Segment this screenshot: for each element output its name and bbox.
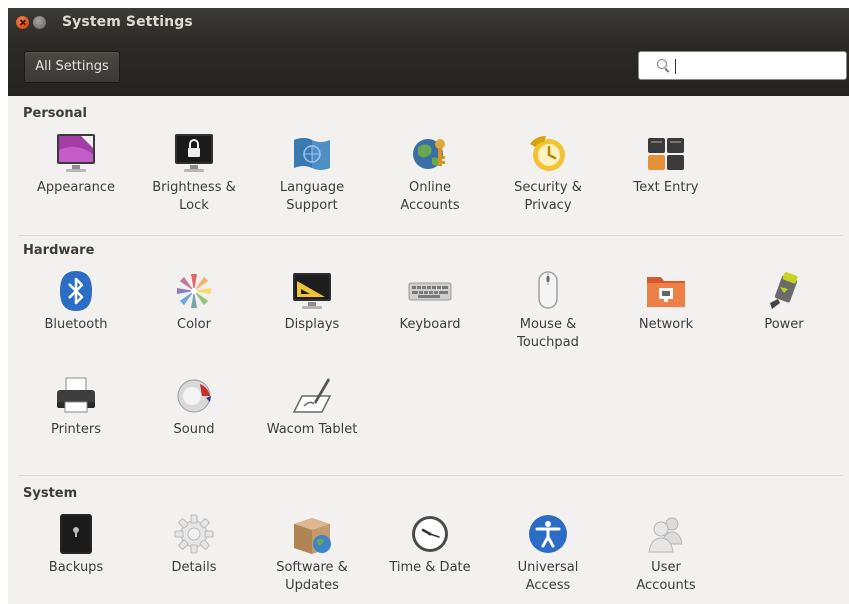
- settings-item-displays[interactable]: Displays: [253, 267, 371, 334]
- settings-item-label: Color: [177, 317, 211, 332]
- minimize-window-button[interactable]: [33, 16, 46, 29]
- settings-item-label: Software &: [276, 560, 348, 575]
- settings-item-keyboard[interactable]: Keyboard: [371, 267, 489, 334]
- settings-item-label-line2: Updates: [285, 578, 339, 593]
- settings-item-details[interactable]: Details: [135, 510, 253, 577]
- settings-item-label: Brightness &: [152, 180, 236, 195]
- keyboard-icon: [408, 282, 452, 301]
- window-title: System Settings: [62, 14, 193, 30]
- printers-icon: [57, 377, 95, 413]
- settings-item-software-updates[interactable]: Software & Updates: [253, 510, 371, 594]
- software-updates-icon: [294, 518, 331, 554]
- settings-item-label-line2: Access: [525, 578, 571, 593]
- settings-item-label: Network: [638, 317, 694, 332]
- settings-item-sound[interactable]: Sound: [135, 372, 253, 439]
- online-accounts-icon: [413, 139, 445, 169]
- settings-item-printers[interactable]: Printers: [17, 372, 135, 439]
- settings-item-label: Security &: [514, 180, 582, 195]
- settings-item-language-support[interactable]: Language Support: [253, 130, 371, 214]
- security-privacy-icon: [530, 135, 565, 171]
- settings-item-text-entry[interactable]: Text Entry: [607, 130, 725, 197]
- settings-item-label: Text Entry: [633, 180, 699, 195]
- color-icon: [177, 274, 211, 308]
- settings-item-universal-access[interactable]: Universal Access: [489, 510, 607, 594]
- mouse-touchpad-icon: [538, 271, 558, 309]
- settings-item-security-privacy[interactable]: Security & Privacy: [489, 130, 607, 214]
- settings-item-user-accounts[interactable]: User Accounts: [607, 510, 725, 594]
- settings-item-label: Displays: [284, 317, 340, 332]
- universal-access-icon: [529, 515, 567, 553]
- settings-item-label: Sound: [173, 422, 215, 437]
- language-support-icon: [294, 138, 330, 170]
- wacom-tablet-icon: [292, 378, 332, 413]
- settings-item-label: Universal: [517, 560, 579, 575]
- settings-item-label: Online: [409, 180, 451, 195]
- backups-icon: [60, 514, 92, 554]
- settings-item-label-line2: Privacy: [524, 198, 572, 213]
- section-header-system: System: [23, 486, 78, 501]
- settings-item-label: Wacom Tablet: [266, 422, 358, 437]
- power-icon: [770, 272, 798, 309]
- settings-item-label: Power: [764, 317, 804, 332]
- text-cursor: [675, 59, 676, 74]
- settings-item-backups[interactable]: Backups: [17, 510, 135, 577]
- settings-item-label-line2: Accounts: [400, 198, 460, 213]
- settings-item-label-line2: Touchpad: [517, 335, 579, 350]
- settings-item-time-date[interactable]: Time & Date: [371, 510, 489, 577]
- appearance-icon: [57, 134, 95, 172]
- settings-item-bluetooth[interactable]: Bluetooth: [17, 267, 135, 334]
- section-divider: [18, 475, 843, 476]
- bluetooth-icon: [60, 271, 92, 311]
- settings-item-label: Language: [279, 180, 345, 195]
- settings-item-online-accounts[interactable]: Online Accounts: [371, 130, 489, 214]
- displays-icon: [293, 273, 331, 309]
- section-divider: [18, 235, 843, 236]
- settings-item-label-line2: Accounts: [636, 578, 696, 593]
- all-settings-button[interactable]: All Settings: [24, 51, 120, 83]
- user-accounts-icon: [648, 517, 683, 553]
- section-header-hardware: Hardware: [23, 243, 95, 258]
- settings-item-mouse-touchpad[interactable]: Mouse & Touchpad: [489, 267, 607, 351]
- settings-item-label: Printers: [50, 422, 102, 437]
- time-date-icon: [412, 516, 448, 552]
- settings-item-label: Mouse &: [519, 317, 577, 332]
- settings-item-label: Keyboard: [399, 317, 461, 332]
- brightness-lock-icon: [175, 134, 213, 172]
- settings-item-color[interactable]: Color: [135, 267, 253, 334]
- settings-item-label: Bluetooth: [44, 317, 108, 332]
- details-icon: [174, 514, 214, 554]
- network-icon: [647, 277, 685, 307]
- search-icon: [657, 59, 667, 69]
- search-input[interactable]: [638, 51, 847, 80]
- settings-item-label: Backups: [48, 560, 104, 575]
- settings-item-appearance[interactable]: Appearance: [17, 130, 135, 197]
- settings-item-brightness-lock[interactable]: Brightness & Lock: [135, 130, 253, 214]
- settings-item-network[interactable]: Network: [607, 267, 725, 334]
- sound-icon: [177, 379, 211, 413]
- section-header-personal: Personal: [23, 106, 87, 121]
- settings-item-label-line2: Lock: [179, 198, 209, 213]
- settings-item-power[interactable]: Power: [725, 267, 843, 334]
- text-entry-icon: [648, 138, 684, 170]
- settings-item-label: User: [651, 560, 681, 575]
- settings-item-wacom-tablet[interactable]: Wacom Tablet: [253, 372, 371, 439]
- settings-item-label: Time & Date: [389, 560, 471, 575]
- settings-item-label: Details: [171, 560, 217, 575]
- system-settings-window: System Settings All Settings Personal Ap…: [8, 8, 849, 604]
- settings-item-label: Appearance: [36, 180, 116, 195]
- close-window-button[interactable]: [16, 16, 29, 29]
- header-bar: System Settings All Settings: [8, 8, 849, 96]
- settings-item-label-line2: Support: [286, 198, 338, 213]
